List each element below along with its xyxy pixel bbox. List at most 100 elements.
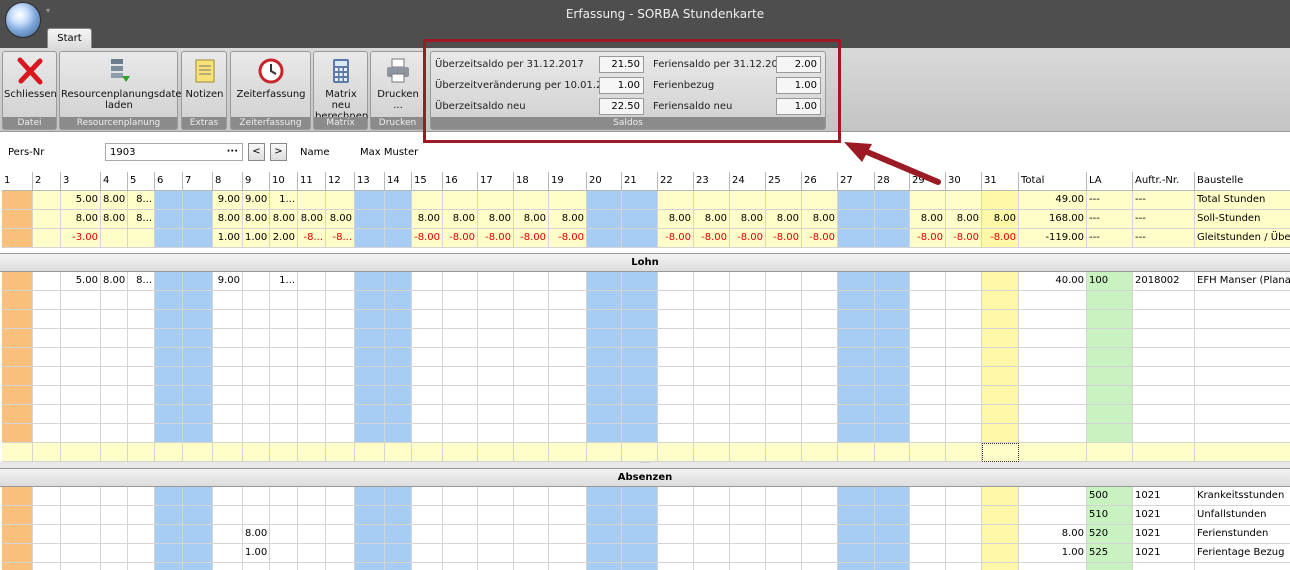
day-cell[interactable] xyxy=(838,272,875,291)
day-cell[interactable] xyxy=(155,424,183,443)
day-cell[interactable] xyxy=(155,405,183,424)
day-cell[interactable] xyxy=(355,563,385,570)
day-cell[interactable] xyxy=(730,487,766,506)
day-cell[interactable] xyxy=(766,386,802,405)
day-header-3[interactable]: 3 xyxy=(61,172,101,191)
baustelle-cell[interactable]: Soll-Stunden xyxy=(1195,210,1290,229)
day-cell[interactable] xyxy=(802,367,838,386)
auftrag-cell[interactable]: --- xyxy=(1133,191,1195,210)
day-cell[interactable] xyxy=(766,367,802,386)
day-header-13[interactable]: 13 xyxy=(355,172,385,191)
day-cell[interactable] xyxy=(155,506,183,525)
day-cell[interactable] xyxy=(61,291,101,310)
day-cell[interactable] xyxy=(243,367,270,386)
day-cell[interactable] xyxy=(412,487,443,506)
matrix-neu-berechnen-button[interactable]: Matrix neu berechnen xyxy=(315,54,368,122)
column-header-la[interactable]: LA xyxy=(1087,172,1133,191)
day-cell[interactable] xyxy=(549,424,587,443)
day-cell[interactable] xyxy=(155,544,183,563)
sum-cell[interactable] xyxy=(412,443,443,462)
day-cell[interactable] xyxy=(549,329,587,348)
day-cell[interactable] xyxy=(155,563,183,570)
day-cell[interactable] xyxy=(101,405,128,424)
absenz-row[interactable]: 8.00 8.00 520 1021 Ferienstunden xyxy=(0,525,1290,544)
day-header-11[interactable]: 11 xyxy=(298,172,326,191)
day-cell[interactable] xyxy=(910,563,946,570)
day-cell[interactable] xyxy=(622,386,658,405)
day-cell[interactable] xyxy=(61,525,101,544)
day-cell[interactable] xyxy=(658,310,694,329)
column-header-baustelle[interactable]: Baustelle xyxy=(1195,172,1290,191)
day-cell[interactable] xyxy=(385,424,412,443)
day-cell[interactable] xyxy=(549,310,587,329)
day-cell[interactable] xyxy=(270,348,298,367)
day-cell[interactable] xyxy=(838,525,875,544)
day-cell[interactable] xyxy=(213,310,243,329)
day-cell[interactable] xyxy=(875,272,910,291)
day-cell[interactable] xyxy=(622,563,658,570)
day-cell[interactable] xyxy=(549,386,587,405)
day-cell[interactable]: -8... xyxy=(326,229,355,248)
la-cell[interactable]: 525 xyxy=(1087,544,1133,563)
day-cell[interactable] xyxy=(549,291,587,310)
la-cell[interactable]: --- xyxy=(1087,210,1133,229)
total-cell[interactable]: -119.00 xyxy=(1019,229,1087,248)
day-cell[interactable] xyxy=(298,525,326,544)
day-cell[interactable] xyxy=(298,563,326,570)
day-cell[interactable] xyxy=(270,329,298,348)
sum-cell[interactable] xyxy=(443,443,478,462)
day-cell[interactable] xyxy=(61,405,101,424)
day-cell[interactable] xyxy=(658,544,694,563)
total-cell[interactable]: 168.00 xyxy=(1019,210,1087,229)
day-header-4[interactable]: 4 xyxy=(101,172,128,191)
day-cell[interactable] xyxy=(658,563,694,570)
day-cell[interactable] xyxy=(270,310,298,329)
day-cell[interactable] xyxy=(385,191,412,210)
day-cell[interactable] xyxy=(385,229,412,248)
day-cell[interactable] xyxy=(478,424,514,443)
day-cell[interactable] xyxy=(946,367,982,386)
sum-cell[interactable] xyxy=(802,443,838,462)
auftrag-cell[interactable]: --- xyxy=(1133,210,1195,229)
auftrag-cell[interactable] xyxy=(1133,348,1195,367)
day-cell[interactable] xyxy=(101,229,128,248)
day-cell[interactable] xyxy=(355,210,385,229)
day-cell[interactable] xyxy=(33,424,61,443)
day-cell[interactable]: -8.00 xyxy=(802,229,838,248)
total-cell[interactable] xyxy=(1019,291,1087,310)
day-cell[interactable] xyxy=(355,229,385,248)
day-cell[interactable] xyxy=(183,310,213,329)
day-header-14[interactable]: 14 xyxy=(385,172,412,191)
day-cell[interactable] xyxy=(946,291,982,310)
day-cell[interactable]: -8... xyxy=(298,229,326,248)
sum-cell[interactable] xyxy=(33,443,61,462)
day-cell[interactable]: -8.00 xyxy=(946,229,982,248)
day-cell[interactable] xyxy=(549,191,587,210)
previous-person-button[interactable]: < xyxy=(248,143,265,161)
day-cell[interactable] xyxy=(549,487,587,506)
day-cell[interactable]: 1.00 xyxy=(213,229,243,248)
day-cell[interactable] xyxy=(587,210,622,229)
day-cell[interactable] xyxy=(61,348,101,367)
day-cell[interactable] xyxy=(946,525,982,544)
day-cell[interactable] xyxy=(183,424,213,443)
sum-cell[interactable] xyxy=(183,443,213,462)
absenz-row[interactable] xyxy=(0,563,1290,570)
day-cell[interactable] xyxy=(270,544,298,563)
day-cell[interactable] xyxy=(243,310,270,329)
day-cell[interactable] xyxy=(982,367,1019,386)
day-cell[interactable] xyxy=(802,329,838,348)
day-cell[interactable] xyxy=(622,506,658,525)
day-cell[interactable]: 1.00 xyxy=(243,229,270,248)
day-cell[interactable] xyxy=(910,310,946,329)
baustelle-cell[interactable] xyxy=(1195,424,1290,443)
day-cell[interactable] xyxy=(326,424,355,443)
day-cell[interactable] xyxy=(694,506,730,525)
day-cell[interactable] xyxy=(910,544,946,563)
day-cell[interactable] xyxy=(298,424,326,443)
day-cell[interactable] xyxy=(658,424,694,443)
sum-cell[interactable] xyxy=(2,443,33,462)
day-cell[interactable]: 8.00 xyxy=(658,210,694,229)
day-cell[interactable] xyxy=(802,405,838,424)
day-cell[interactable] xyxy=(875,563,910,570)
